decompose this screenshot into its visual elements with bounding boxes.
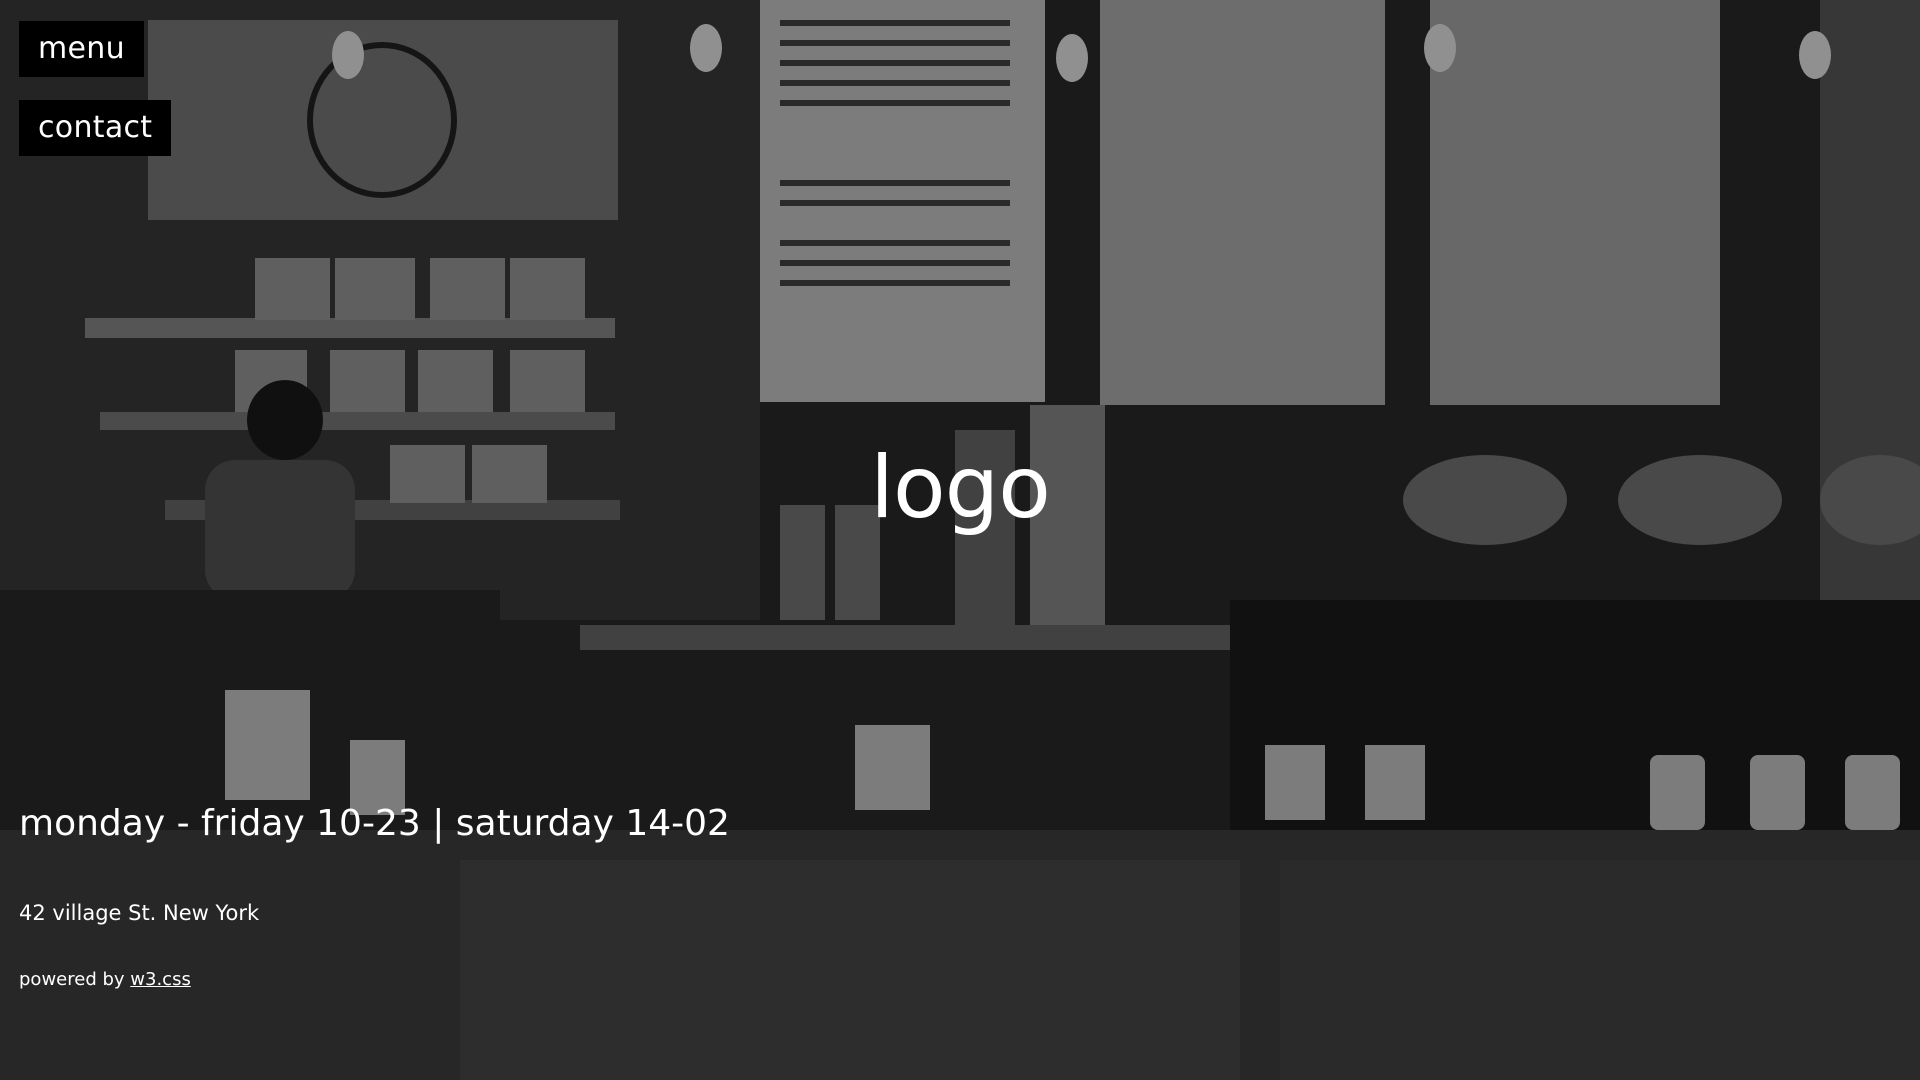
powered-by-prefix: powered by: [19, 969, 125, 990]
opening-hours: monday - friday 10-23 | saturday 14-02: [19, 803, 730, 844]
site-logo: logo: [870, 438, 1051, 538]
address: 42 village St. New York: [19, 901, 260, 925]
dark-overlay: [0, 0, 1920, 1080]
powered-by: powered by w3.css: [19, 968, 191, 992]
w3css-link[interactable]: w3.css: [130, 969, 191, 990]
contact-button[interactable]: contact: [19, 100, 172, 156]
menu-button[interactable]: menu: [19, 21, 144, 77]
hero-background: menu contact logo monday - friday 10-23 …: [0, 0, 1920, 1080]
